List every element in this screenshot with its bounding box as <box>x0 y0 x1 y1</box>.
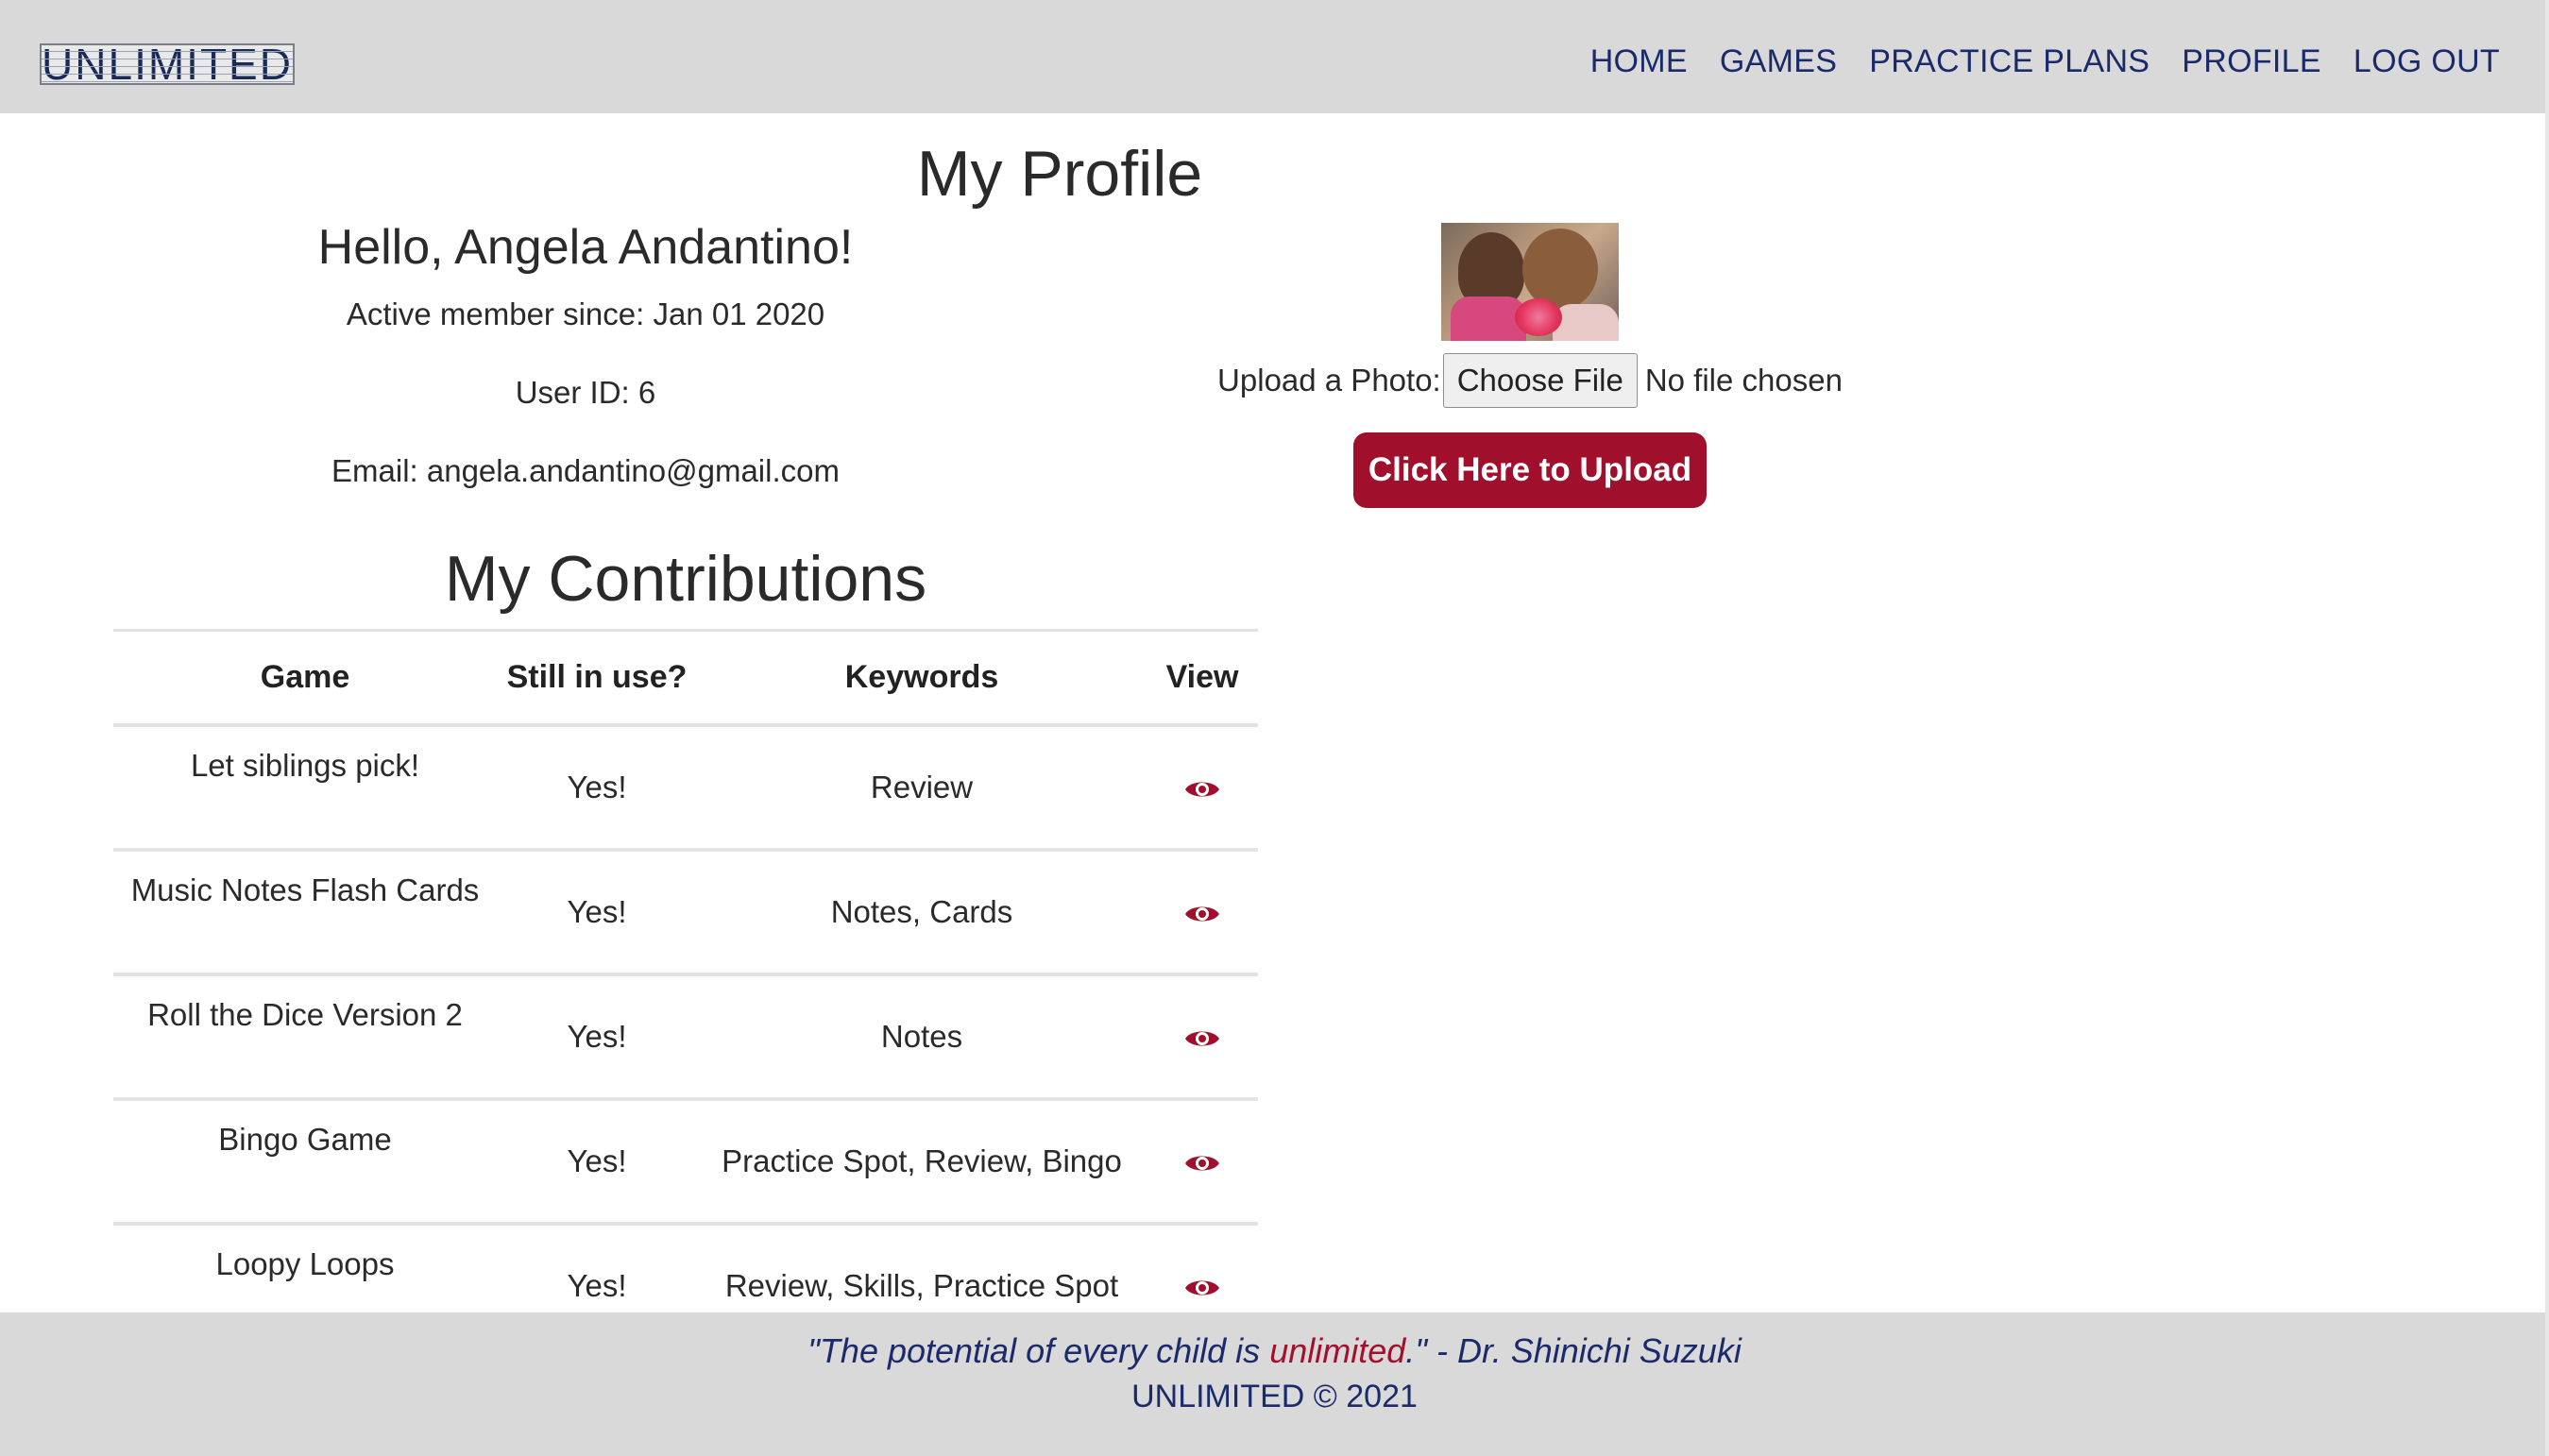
logo-staff-line <box>42 74 293 75</box>
page-title: My Profile <box>916 138 1203 210</box>
cell-in-use: Yes! <box>497 724 697 852</box>
cell-game: Roll the Dice Version 2 <box>113 973 497 1101</box>
nav-home-link[interactable]: HOME <box>1590 43 1688 80</box>
greeting: Hello, Angela Andantino! <box>317 220 854 275</box>
file-status: No file chosen <box>1644 363 1843 398</box>
eye-icon[interactable] <box>1183 1275 1221 1301</box>
header-view: View <box>1147 629 1258 727</box>
cell-view <box>1147 973 1258 1101</box>
quote-text: "The potential of every child is <box>807 1331 1270 1370</box>
profile-info: Hello, Angela Andantino! Active member s… <box>113 219 1058 532</box>
upload-label: Upload a Photo: <box>1217 363 1441 398</box>
user-id: User ID: 6 <box>515 375 656 410</box>
page: UNLIMITED HOME GAMES PRACTICE PLANS PROF… <box>0 0 2549 1456</box>
cell-keywords: Notes <box>697 973 1147 1101</box>
nav-practice-plans-link[interactable]: PRACTICE PLANS <box>1869 43 2150 80</box>
cell-keywords: Review <box>697 724 1147 852</box>
table-row: Roll the Dice Version 2 Yes! Notes <box>113 973 1258 1101</box>
eye-icon[interactable] <box>1183 1025 1221 1052</box>
eye-icon[interactable] <box>1183 1150 1221 1177</box>
cell-view <box>1147 1098 1258 1226</box>
photo-area: Upload a Photo: Choose File No file chos… <box>1077 223 1983 508</box>
choose-file-button[interactable]: Choose File <box>1442 353 1638 408</box>
cell-view <box>1147 724 1258 852</box>
cell-keywords: Notes, Cards <box>697 849 1147 976</box>
copyright: UNLIMITED © 2021 <box>1131 1379 1418 1414</box>
table-header-row: Game Still in use? Keywords View <box>113 629 1258 727</box>
nav-links: HOME GAMES PRACTICE PLANS PROFILE LOG OU… <box>1590 40 2500 83</box>
logo-staff-line <box>42 66 293 67</box>
email: Email: angela.andantino@gmail.com <box>331 453 840 488</box>
cell-game: Music Notes Flash Cards <box>113 849 497 976</box>
cell-in-use: Yes! <box>497 1098 697 1226</box>
upload-button[interactable]: Click Here to Upload <box>1352 432 1708 508</box>
logo-staff-line <box>42 81 293 82</box>
nav-games-link[interactable]: GAMES <box>1720 43 1837 80</box>
quote-accent: unlimited <box>1269 1331 1406 1370</box>
nav-logout-link[interactable]: LOG OUT <box>2354 43 2500 80</box>
scrollbar[interactable] <box>2545 0 2549 1456</box>
nav-profile-link[interactable]: PROFILE <box>2182 43 2321 80</box>
eye-icon[interactable] <box>1183 901 1221 927</box>
photo-detail <box>1553 304 1619 341</box>
header-game: Game <box>113 629 497 727</box>
table-row: Bingo Game Yes! Practice Spot, Review, B… <box>113 1098 1258 1226</box>
eye-icon[interactable] <box>1183 776 1221 803</box>
quote-text: ." - Dr. Shinichi Suzuki <box>1405 1331 1742 1370</box>
profile-photo <box>1441 223 1619 341</box>
contributions-title: My Contributions <box>444 543 927 615</box>
logo-staff-line <box>42 51 293 52</box>
member-since: Active member since: Jan 01 2020 <box>346 296 825 331</box>
cell-game: Bingo Game <box>113 1098 497 1226</box>
footer-quote: "The potential of every child is unlimit… <box>0 1331 2549 1371</box>
cell-keywords: Practice Spot, Review, Bingo <box>697 1098 1147 1226</box>
photo-flowers <box>1515 298 1562 336</box>
navbar: UNLIMITED HOME GAMES PRACTICE PLANS PROF… <box>0 0 2549 113</box>
cell-in-use: Yes! <box>497 973 697 1101</box>
logo[interactable]: UNLIMITED <box>40 43 295 85</box>
contributions-table: Game Still in use? Keywords View Let sib… <box>113 629 1258 1350</box>
header-keywords: Keywords <box>697 629 1147 727</box>
header-still-in-use: Still in use? <box>497 629 697 727</box>
table-row: Let siblings pick! Yes! Review <box>113 724 1258 852</box>
photo-figure <box>1522 229 1598 310</box>
logo-text: UNLIMITED <box>42 43 293 85</box>
footer: "The potential of every child is unlimit… <box>0 1312 2549 1456</box>
table-row: Music Notes Flash Cards Yes! Notes, Card… <box>113 849 1258 976</box>
cell-game: Let siblings pick! <box>113 724 497 852</box>
cell-in-use: Yes! <box>497 849 697 976</box>
upload-row: Upload a Photo: Choose File No file chos… <box>1077 353 1983 408</box>
cell-view <box>1147 849 1258 976</box>
